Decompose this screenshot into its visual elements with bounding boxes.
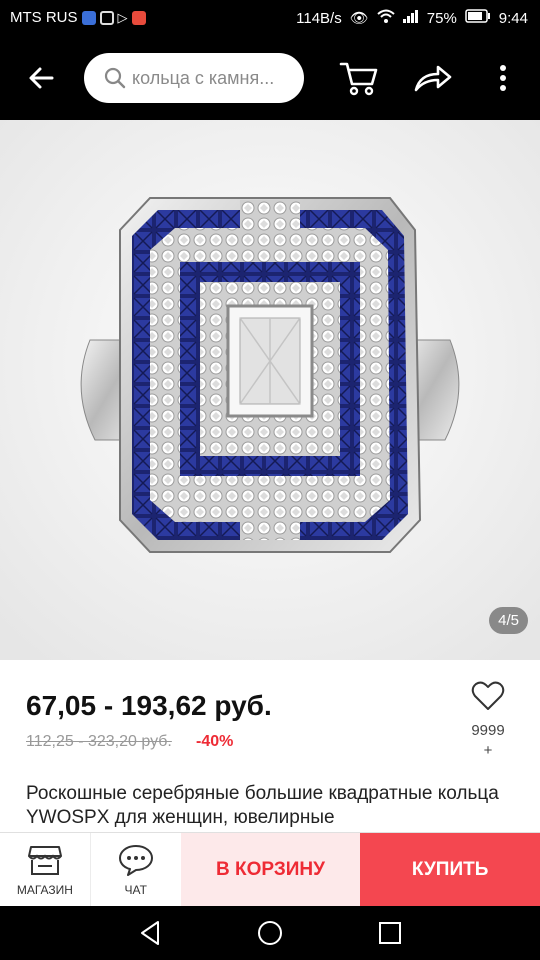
nav-back-button[interactable]	[136, 918, 166, 948]
add-to-cart-button[interactable]: В КОРЗИНУ	[180, 833, 361, 907]
message-icon	[99, 10, 114, 25]
nav-recents-button[interactable]	[375, 918, 405, 948]
wifi-icon	[377, 9, 395, 27]
carrier-name: MTS RUS	[10, 9, 78, 26]
buy-now-label: КУПИТЬ	[411, 859, 489, 880]
chat-icon	[118, 845, 153, 876]
product-image-gallery[interactable]: 4/5	[0, 120, 540, 660]
cast-icon: ▷	[117, 9, 128, 25]
price-section: 67,05 - 193,62 руб. 112,25 - 323,20 руб.…	[0, 660, 540, 770]
cart-icon	[339, 62, 378, 96]
store-label: МАГАЗИН	[16, 883, 73, 897]
ring-product-image	[0, 120, 540, 660]
search-placeholder: кольца с камня...	[132, 67, 275, 88]
square-recents-icon	[379, 922, 401, 944]
share-icon	[414, 65, 452, 92]
shield-icon	[81, 10, 96, 25]
app-notification-icon	[131, 10, 146, 25]
search-input[interactable]: кольца с камня...	[84, 53, 304, 103]
store-icon	[27, 846, 62, 875]
circle-home-icon	[258, 921, 282, 945]
share-button[interactable]	[412, 58, 454, 98]
chat-button[interactable]: ЧАТ	[89, 833, 181, 907]
price-range: 67,05 - 193,62 руб.	[26, 690, 272, 721]
system-navigation-bar	[0, 906, 540, 960]
old-price: 112,25 - 323,20 руб.	[26, 733, 172, 750]
battery-icon	[465, 9, 491, 27]
status-bar: MTS RUS ▷ 114B/s 👁 75% 9:44	[0, 0, 540, 36]
signal-icon	[402, 9, 419, 27]
store-button[interactable]: МАГАЗИН	[0, 833, 90, 907]
product-title: Роскошные серебряные большие квадратные …	[26, 783, 499, 828]
chat-label: ЧАТ	[124, 883, 147, 897]
triangle-back-icon	[141, 921, 159, 945]
clock: 9:44	[498, 9, 528, 27]
more-vertical-icon	[500, 65, 506, 91]
back-button[interactable]	[22, 58, 62, 98]
arrow-left-icon	[29, 67, 54, 89]
cart-button[interactable]	[338, 58, 380, 98]
network-speed: 114B/s	[296, 9, 342, 27]
discount-badge: -40%	[196, 733, 234, 750]
eye-icon: 👁	[349, 10, 369, 27]
heart-icon	[471, 681, 505, 710]
image-counter: 4/5	[489, 607, 528, 634]
bottom-action-bar: МАГАЗИН ЧАТ В КОРЗИНУ КУПИТЬ	[0, 832, 540, 907]
more-menu-button[interactable]	[484, 58, 522, 98]
favorites-count: 9999	[471, 722, 505, 739]
battery-level: 75%	[426, 9, 457, 27]
product-title-section: Роскошные серебряные большие квадратные …	[0, 770, 540, 832]
search-icon	[104, 67, 126, 89]
buy-now-button[interactable]: КУПИТЬ	[360, 833, 540, 907]
add-to-cart-label: В КОРЗИНУ	[216, 859, 325, 880]
favorite-button[interactable]: 9999 +	[460, 680, 516, 761]
app-header: кольца с камня...	[0, 36, 540, 120]
favorites-plus: +	[483, 742, 493, 759]
nav-home-button[interactable]	[255, 918, 285, 948]
